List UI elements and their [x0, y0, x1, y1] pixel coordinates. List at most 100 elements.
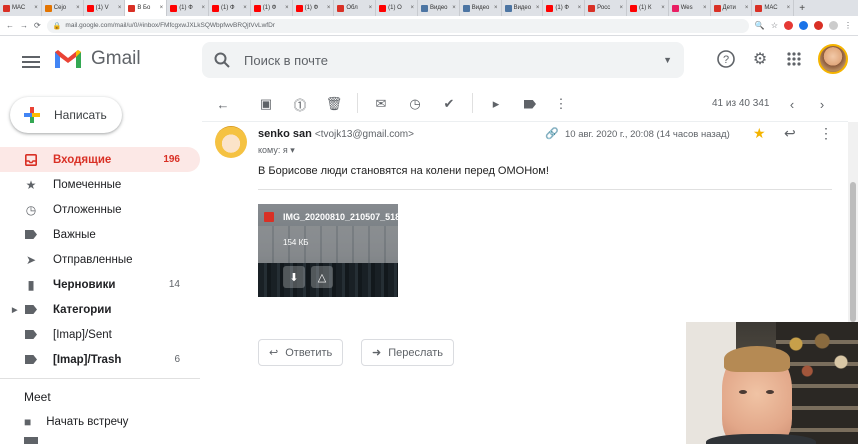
forward-icon: ➜: [372, 347, 382, 359]
browser-tab[interactable]: МАС ×: [752, 0, 795, 16]
star-icon[interactable]: ★: [753, 125, 766, 142]
browser-tab[interactable]: Cejo ×: [42, 0, 84, 16]
browser-tab[interactable]: Видео ×: [418, 0, 460, 16]
label-as-icon[interactable]: [521, 95, 539, 113]
browser-tab[interactable]: (1) Ф ×: [543, 0, 586, 16]
meet-start-button[interactable]: ■ Начать встречу: [24, 415, 128, 429]
recipient-line[interactable]: кому: я ▾: [258, 145, 295, 156]
close-tab-icon[interactable]: ×: [578, 5, 582, 11]
browser-tab[interactable]: Wes ×: [669, 0, 711, 16]
browser-tab[interactable]: (1) Ф ×: [167, 0, 209, 16]
close-tab-icon[interactable]: ×: [661, 5, 665, 11]
apps-grid-icon[interactable]: [784, 49, 804, 69]
close-tab-icon[interactable]: ×: [243, 5, 247, 11]
new-tab-button[interactable]: +: [794, 0, 810, 16]
main-menu-icon[interactable]: [22, 53, 40, 71]
account-avatar[interactable]: [818, 44, 848, 74]
sidebar-item-sent[interactable]: ➤ Отправленные: [0, 247, 200, 272]
reload-icon[interactable]: ⟳: [34, 21, 41, 30]
back-to-inbox-icon[interactable]: ←: [214, 95, 232, 113]
sidebar-item-snoozed[interactable]: ◷ Отложенные: [0, 197, 200, 222]
older-icon[interactable]: ›: [813, 95, 831, 113]
keyboard-icon[interactable]: [24, 437, 38, 444]
bookmark-star-icon[interactable]: ☆: [771, 21, 778, 30]
sidebar-item-starred[interactable]: ★ Помеченные: [0, 172, 200, 197]
close-tab-icon[interactable]: ×: [787, 5, 791, 11]
close-tab-icon[interactable]: ×: [410, 5, 414, 11]
close-tab-icon[interactable]: ×: [327, 5, 331, 11]
browser-menu-icon[interactable]: ⋮: [844, 21, 852, 30]
search-icon[interactable]: [214, 52, 230, 68]
sender-name[interactable]: senko san: [258, 128, 312, 140]
browser-tab[interactable]: (1) Ф ×: [251, 0, 293, 16]
newer-icon[interactable]: ‹: [783, 95, 801, 113]
sidebar-item-drafts[interactable]: ▮ Черновики 14: [0, 272, 200, 297]
gmail-logo[interactable]: Gmail: [53, 48, 141, 70]
browser-tab[interactable]: Видео ×: [460, 0, 502, 16]
settings-icon[interactable]: ⚙: [750, 49, 770, 69]
more-actions-icon[interactable]: ⋮: [552, 95, 570, 113]
download-icon[interactable]: ⬇: [283, 266, 305, 288]
attachment-card[interactable]: IMG_20200810_210507_518.jpg 154 КБ ⬇ △: [258, 204, 398, 297]
close-tab-icon[interactable]: ×: [536, 5, 540, 11]
label-icon: [24, 330, 38, 339]
browser-tab[interactable]: (1) V ×: [84, 0, 126, 16]
compose-button[interactable]: Написать: [10, 97, 122, 133]
browser-tab[interactable]: (1) Ф ×: [209, 0, 251, 16]
sidebar-item-categories[interactable]: ▶ Категории: [0, 297, 200, 322]
browser-tab[interactable]: (1) Ф ×: [293, 0, 335, 16]
extension-icon[interactable]: [814, 21, 823, 30]
close-tab-icon[interactable]: ×: [285, 5, 289, 11]
close-tab-icon[interactable]: ×: [201, 5, 205, 11]
close-tab-icon[interactable]: ×: [369, 5, 373, 11]
profile-avatar-small[interactable]: [829, 21, 838, 30]
mark-unread-icon[interactable]: ✉: [372, 95, 390, 113]
back-icon[interactable]: ←: [6, 21, 14, 30]
browser-tab[interactable]: В Бо ×: [125, 0, 168, 16]
close-tab-icon[interactable]: ×: [619, 5, 623, 11]
add-task-icon[interactable]: ✔: [440, 95, 458, 113]
search-icon[interactable]: 🔍: [755, 21, 765, 30]
archive-icon[interactable]: ▣: [257, 95, 275, 113]
close-tab-icon[interactable]: ×: [703, 5, 707, 11]
chevron-down-icon[interactable]: ▾: [290, 145, 295, 155]
forward-icon[interactable]: →: [20, 21, 28, 30]
move-to-icon[interactable]: ▸: [487, 95, 505, 113]
help-icon[interactable]: ?: [716, 49, 736, 69]
sidebar-item-important[interactable]: Важные: [0, 222, 200, 247]
extension-icon[interactable]: [799, 21, 808, 30]
close-tab-icon[interactable]: ×: [34, 5, 38, 11]
sidebar-item-inbox[interactable]: Входящие 196: [0, 147, 200, 172]
close-tab-icon[interactable]: ×: [118, 5, 122, 11]
reply-icon[interactable]: ↩: [784, 125, 796, 142]
sender-avatar[interactable]: [215, 126, 247, 158]
browser-tab[interactable]: Дети ×: [711, 0, 753, 16]
report-spam-icon[interactable]: ⓵: [291, 95, 309, 113]
search-bar[interactable]: Поиск в почте ▼: [202, 42, 684, 78]
snooze-icon[interactable]: ◷: [406, 95, 424, 113]
browser-tab[interactable]: Видео ×: [502, 0, 544, 16]
browser-tab[interactable]: Росс ×: [585, 0, 627, 16]
close-tab-icon[interactable]: ×: [745, 5, 749, 11]
save-to-drive-icon[interactable]: △: [311, 266, 333, 288]
close-tab-icon[interactable]: ×: [76, 5, 80, 11]
extension-icon[interactable]: [784, 21, 793, 30]
search-options-icon[interactable]: ▼: [663, 55, 672, 65]
close-tab-icon[interactable]: ×: [452, 5, 456, 11]
browser-tab[interactable]: (1) О ×: [376, 0, 418, 16]
expand-arrow-icon[interactable]: ▶: [12, 306, 17, 314]
sidebar-item-imap-sent[interactable]: [Imap]/Sent: [0, 322, 200, 347]
reply-button[interactable]: ↩ Ответить: [258, 339, 344, 366]
forward-button[interactable]: ➜ Переслать: [361, 339, 455, 366]
close-tab-icon[interactable]: ×: [494, 5, 498, 11]
browser-tab[interactable]: (1) К ×: [627, 0, 669, 16]
search-input[interactable]: Поиск в почте: [244, 53, 663, 68]
sidebar-item-imap-trash[interactable]: [Imap]/Trash 6: [0, 347, 200, 372]
browser-tab[interactable]: МАС ×: [0, 0, 42, 16]
browser-tab[interactable]: Обл ×: [334, 0, 377, 16]
close-tab-icon[interactable]: ×: [160, 5, 164, 11]
delete-icon[interactable]: 🗑: [325, 95, 343, 113]
url-input[interactable]: 🔒 mail.google.com/mail/u/0/#inbox/FMfcgx…: [46, 18, 749, 33]
more-icon[interactable]: ⋮: [819, 125, 833, 142]
scrollbar-thumb[interactable]: [850, 182, 856, 322]
